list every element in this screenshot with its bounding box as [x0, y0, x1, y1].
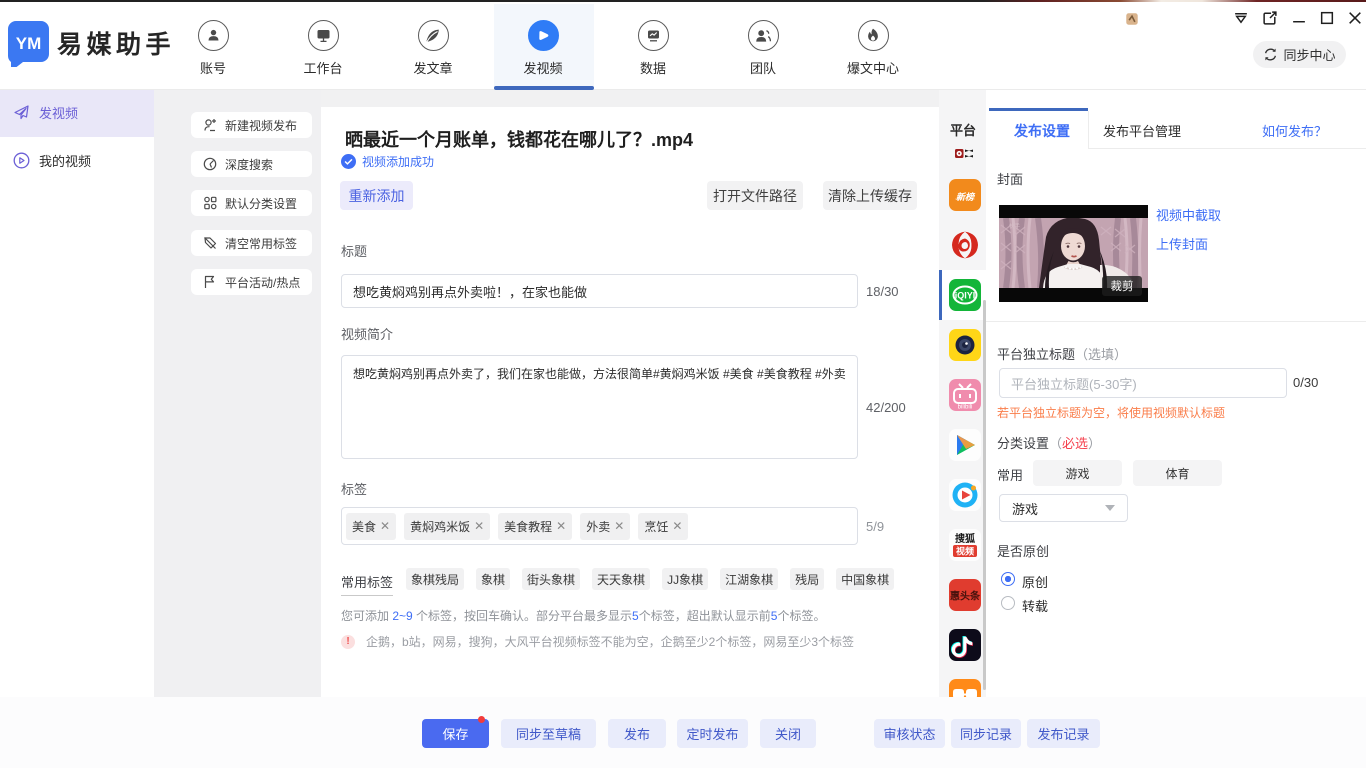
svg-text:bilibili: bilibili [958, 405, 973, 411]
svg-text:新榜: 新榜 [956, 192, 976, 202]
svg-text:YM: YM [16, 34, 42, 53]
svg-text:裁剪: 裁剪 [1111, 279, 1134, 293]
svg-text:快手: 快手 [1009, 222, 1021, 230]
svg-text:视频: 视频 [956, 546, 974, 557]
svg-text:惠头条: 惠头条 [950, 590, 981, 603]
svg-text:iQIYI: iQIYI [955, 291, 976, 301]
svg-text:搜狐: 搜狐 [955, 532, 975, 545]
